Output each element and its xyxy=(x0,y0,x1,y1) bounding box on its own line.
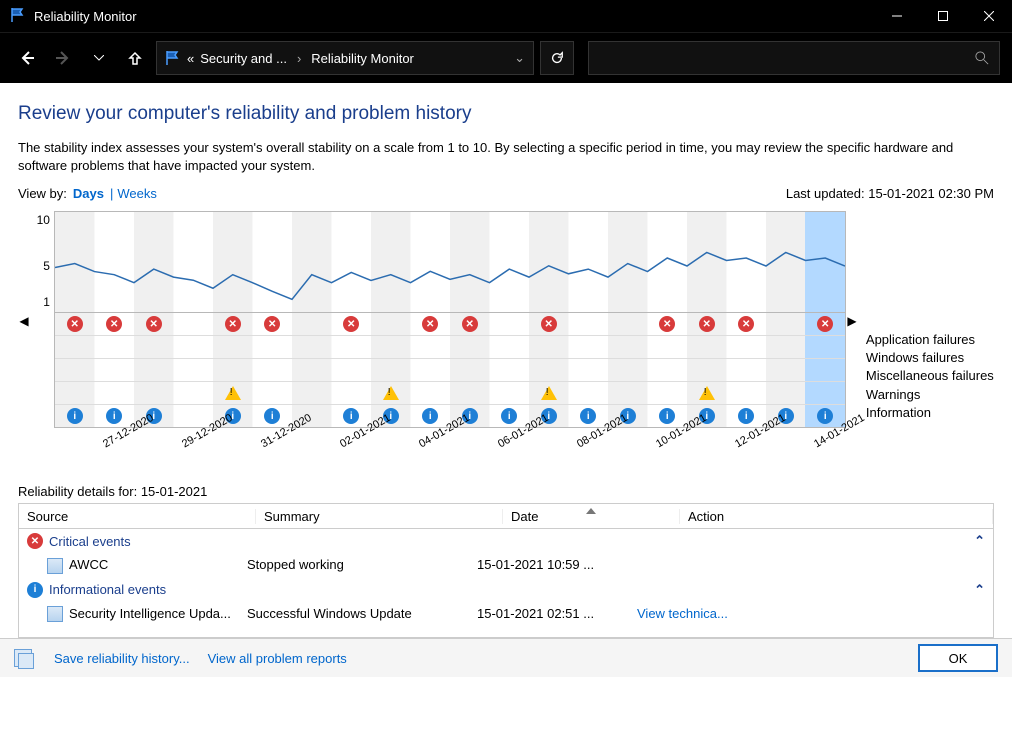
info-icon: i xyxy=(27,582,43,598)
warn-icon xyxy=(225,386,241,400)
view-all-reports-link[interactable]: View all problem reports xyxy=(208,651,347,666)
err-icon: ✕ xyxy=(699,316,715,332)
minimize-button[interactable] xyxy=(874,0,920,32)
toolbar: « Security and ... › Reliability Monitor… xyxy=(0,32,1012,83)
col-action[interactable]: Action xyxy=(680,509,993,524)
chevron-up-icon: ⌃ xyxy=(974,582,985,598)
view-weeks-link[interactable]: Weeks xyxy=(117,186,157,201)
view-by-row: View by: Days | Weeks Last updated: 15-0… xyxy=(18,186,994,201)
forward-button[interactable] xyxy=(48,43,78,73)
y-axis: 10 5 1 xyxy=(30,211,54,476)
legend-information: Information xyxy=(866,404,994,422)
info-icon: i xyxy=(817,408,833,424)
legend-app-failures: Application failures xyxy=(866,331,994,349)
up-button[interactable] xyxy=(120,43,150,73)
page-description: The stability index assesses your system… xyxy=(18,139,994,174)
document-copy-icon xyxy=(14,649,32,667)
err-icon: ✕ xyxy=(422,316,438,332)
date-axis: 27-12-202029-12-202031-12-202002-01-2021… xyxy=(54,428,846,476)
warn-icon xyxy=(383,386,399,400)
flag-icon xyxy=(10,7,26,26)
table-row[interactable]: AWCC Stopped working 15-01-2021 10:59 ..… xyxy=(19,553,993,578)
titlebar: Reliability Monitor xyxy=(0,0,1012,32)
scroll-left-button[interactable]: ◀ xyxy=(18,211,30,431)
event-rows: ✕✕✕✕✕✕✕✕✕✕✕✕✕ iiiiiiiiiiiiiiiiii xyxy=(54,312,846,428)
breadcrumb-seg1[interactable]: Security and ... xyxy=(200,51,287,66)
row-windows-failures[interactable] xyxy=(55,336,845,359)
table-row[interactable]: Security Intelligence Upda... Successful… xyxy=(19,602,993,627)
view-days-link[interactable]: Days xyxy=(73,186,104,201)
info-icon: i xyxy=(738,408,754,424)
content-area: Review your computer's reliability and p… xyxy=(0,83,1012,742)
row-miscellaneous-failures[interactable] xyxy=(55,359,845,382)
search-icon xyxy=(975,51,989,65)
info-icon: i xyxy=(501,408,517,424)
details-panel: Reliability details for: 15-01-2021 Sour… xyxy=(0,476,1012,638)
err-icon: ✕ xyxy=(225,316,241,332)
err-icon: ✕ xyxy=(462,316,478,332)
err-icon: ✕ xyxy=(541,316,557,332)
legend: Application failures Windows failures Mi… xyxy=(858,211,994,476)
warn-icon xyxy=(699,386,715,400)
breadcrumb-seg2[interactable]: Reliability Monitor xyxy=(311,51,414,66)
col-summary[interactable]: Summary xyxy=(256,509,503,524)
maximize-button[interactable] xyxy=(920,0,966,32)
col-source[interactable]: Source xyxy=(19,509,256,524)
chevron-up-icon: ⌃ xyxy=(974,533,985,549)
info-icon: i xyxy=(67,408,83,424)
page-title: Review your computer's reliability and p… xyxy=(18,103,994,125)
warn-icon xyxy=(541,386,557,400)
reliability-chart: ◀ 10 5 1 ✕ ✕ ✕ ✕ ✕ ✕ ✕ ✕ ✕ ✕ ✕ ✕ ✕ xyxy=(0,211,1012,476)
app-window: Reliability Monitor « Security and ... ›… xyxy=(0,0,1012,742)
window-title: Reliability Monitor xyxy=(34,9,137,24)
info-icon: i xyxy=(659,408,675,424)
scroll-right-button[interactable]: ▶ xyxy=(846,211,858,431)
err-icon: ✕ xyxy=(659,316,675,332)
legend-misc-failures: Miscellaneous failures xyxy=(866,367,994,385)
err-icon: ✕ xyxy=(817,316,833,332)
details-header: Source Summary Date Action xyxy=(18,503,994,529)
details-title: Reliability details for: 15-01-2021 xyxy=(18,484,994,499)
history-dropdown[interactable] xyxy=(84,43,114,73)
legend-warnings: Warnings xyxy=(866,386,994,404)
search-input[interactable] xyxy=(588,41,1000,75)
info-icon: i xyxy=(580,408,596,424)
group-critical[interactable]: ✕ Critical events ⌃ xyxy=(19,529,993,553)
info-icon: i xyxy=(422,408,438,424)
err-icon: ✕ xyxy=(343,316,359,332)
info-icon: i xyxy=(106,408,122,424)
info-icon: i xyxy=(264,408,280,424)
view-by-label: View by: xyxy=(18,186,67,201)
legend-win-failures: Windows failures xyxy=(866,349,994,367)
refresh-button[interactable] xyxy=(540,41,574,75)
row-warnings[interactable] xyxy=(55,382,845,405)
back-button[interactable] xyxy=(12,43,42,73)
err-icon: ✕ xyxy=(67,316,83,332)
group-informational[interactable]: i Informational events ⌃ xyxy=(19,578,993,602)
ok-button[interactable]: OK xyxy=(918,644,998,672)
footer: Save reliability history... View all pro… xyxy=(0,638,1012,677)
chevron-down-icon[interactable]: ⌄ xyxy=(514,50,525,66)
err-icon: ✕ xyxy=(146,316,162,332)
chevron-right-icon: › xyxy=(297,51,301,66)
col-date[interactable]: Date xyxy=(503,509,680,524)
err-icon: ✕ xyxy=(264,316,280,332)
view-technical-link[interactable]: View technica... xyxy=(637,606,985,623)
app-icon xyxy=(47,606,63,622)
app-icon xyxy=(47,558,63,574)
flag-icon xyxy=(165,50,181,66)
breadcrumb[interactable]: « Security and ... › Reliability Monitor… xyxy=(156,41,534,75)
error-icon: ✕ xyxy=(27,533,43,549)
err-icon: ✕ xyxy=(738,316,754,332)
close-button[interactable] xyxy=(966,0,1012,32)
breadcrumb-truncate: « xyxy=(187,51,194,66)
row-application-failures[interactable]: ✕ ✕ ✕ ✕ ✕ ✕ ✕ ✕ ✕ ✕ ✕ ✕ ✕ xyxy=(55,313,845,336)
last-updated: Last updated: 15-01-2021 02:30 PM xyxy=(786,186,994,201)
info-icon: i xyxy=(343,408,359,424)
save-history-link[interactable]: Save reliability history... xyxy=(54,651,190,666)
details-body[interactable]: ✕ Critical events ⌃ AWCC Stopped working… xyxy=(18,529,994,638)
stability-graph[interactable] xyxy=(54,211,846,312)
err-icon: ✕ xyxy=(106,316,122,332)
